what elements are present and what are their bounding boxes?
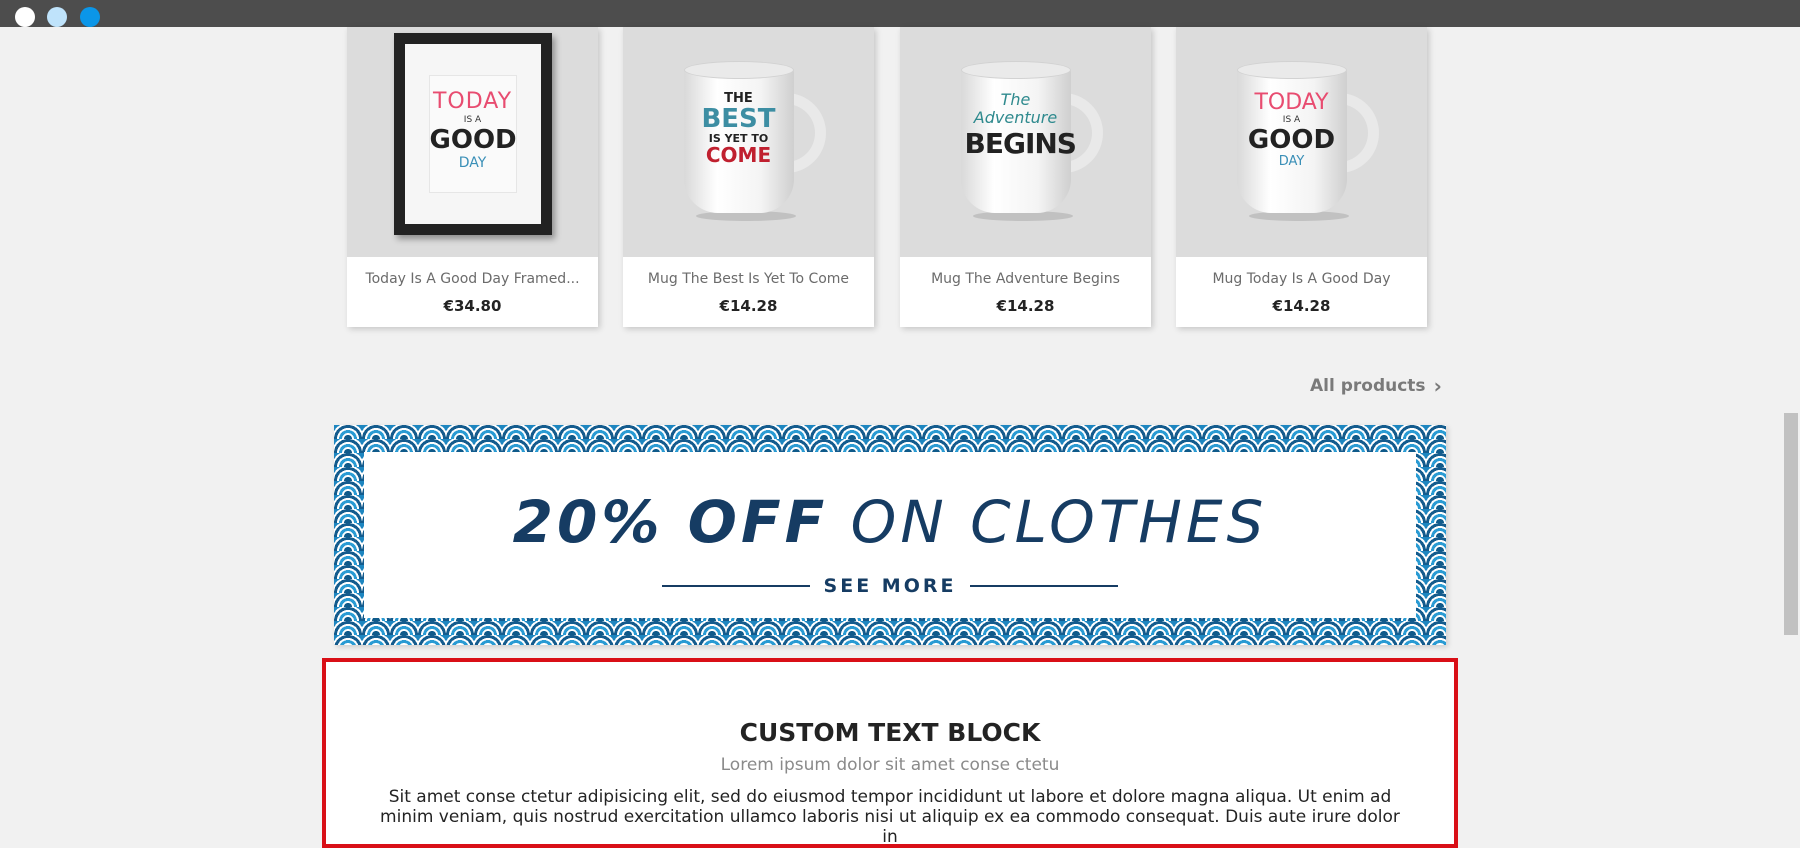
promo-banner-panel: 20% OFF ON CLOTHES SEE MORE [364,452,1416,618]
product-card[interactable]: TODAY IS A GOOD DAY Today Is A Good Day … [347,27,598,327]
mug-image: TODAY IS A GOOD DAY [1227,53,1379,223]
framed-poster-image: TODAY IS A GOOD DAY [393,33,552,235]
product-name[interactable]: Mug The Best Is Yet To Come [623,271,874,287]
product-card[interactable]: THE BEST IS YET TO COME Mug The Best Is … [623,27,874,327]
mug-text: COME [705,143,772,167]
custom-text-block-body: Sit amet conse ctetur adipisicing elit, … [380,787,1400,847]
window-minimize-button[interactable] [47,7,67,27]
mug-text: GOOD [1247,125,1336,155]
product-price: €14.28 [719,297,778,315]
mug-image: THE BEST IS YET TO COME [674,53,826,223]
custom-text-block: CUSTOM TEXT BLOCK Lorem ipsum dolor sit … [322,658,1458,848]
product-card[interactable]: TODAY IS A GOOD DAY Mug Today Is A Good … [1176,27,1427,327]
product-image[interactable]: The Adventure BEGINS [900,27,1151,257]
product-image[interactable]: TODAY IS A GOOD DAY [347,27,598,257]
poster-text: DAY [458,155,487,171]
divider [970,585,1119,587]
promo-title-rest: ON CLOTHES [850,488,1268,556]
mug-text: BEGINS [964,127,1077,160]
poster-text: GOOD [429,125,517,155]
mug-text: DAY [1278,154,1305,169]
promo-title-bold: 20% OFF [512,488,829,556]
vertical-scrollbar[interactable] [1782,27,1800,835]
mug-image: The Adventure BEGINS [951,53,1103,223]
window-close-button[interactable] [15,7,35,27]
mug-text: The Adventure [973,90,1058,127]
window-titlebar [0,0,1800,27]
custom-text-block-title: CUSTOM TEXT BLOCK [739,718,1041,747]
product-price: €34.80 [443,297,502,315]
mug-text: BEST [701,104,776,134]
product-name[interactable]: Mug The Adventure Begins [900,271,1151,287]
scrollbar-thumb[interactable] [1784,413,1798,635]
product-price: €14.28 [1272,297,1331,315]
product-image[interactable]: THE BEST IS YET TO COME [623,27,874,257]
all-products-link[interactable]: All products › [1310,373,1442,398]
product-name[interactable]: Today Is A Good Day Framed... [347,271,598,287]
divider [661,585,810,587]
see-more-link[interactable]: SEE MORE [824,575,957,597]
poster-text: TODAY [432,89,513,114]
chevron-right-icon: › [1433,373,1442,398]
all-products-label: All products [1310,376,1426,396]
custom-text-block-subtitle: Lorem ipsum dolor sit amet conse ctetu [720,755,1060,775]
promo-banner-title: 20% OFF ON CLOTHES [364,488,1416,556]
window-maximize-button[interactable] [80,7,100,27]
promo-banner[interactable]: 20% OFF ON CLOTHES SEE MORE [334,425,1446,645]
mug-text: TODAY [1254,90,1329,115]
product-image[interactable]: TODAY IS A GOOD DAY [1176,27,1427,257]
product-name[interactable]: Mug Today Is A Good Day [1176,271,1427,287]
product-card[interactable]: The Adventure BEGINS Mug The Adventure B… [900,27,1151,327]
product-price: €14.28 [996,297,1055,315]
